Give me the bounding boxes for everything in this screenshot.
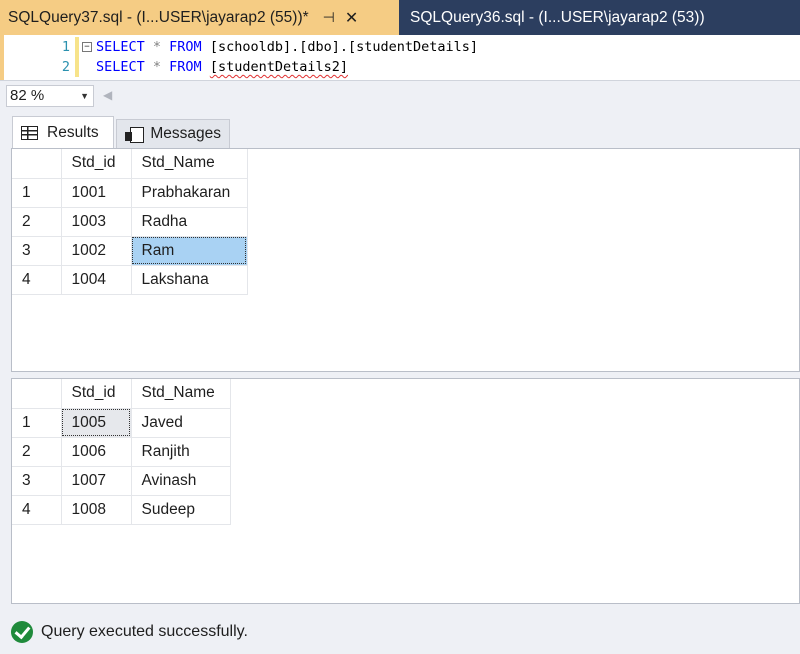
line-number: 1 xyxy=(61,39,70,55)
row-number[interactable]: 2 xyxy=(12,436,62,467)
tab-messages-label: Messages xyxy=(150,125,221,142)
status-bar: Query executed successfully. xyxy=(0,610,800,654)
tab-sqlquery36-title: SQLQuery36.sql - (I...USER\jayarap2 (53)… xyxy=(410,8,705,26)
chevron-down-icon[interactable]: ▼ xyxy=(80,86,89,106)
tab-sqlquery37-title: SQLQuery37.sql - (I...USER\jayarap2 (55)… xyxy=(8,8,309,26)
column-header-std-name[interactable]: Std_Name xyxy=(130,149,248,179)
corner-cell[interactable] xyxy=(12,379,62,409)
change-indicator xyxy=(75,37,79,57)
scroll-left-icon[interactable]: ◀ xyxy=(103,88,112,102)
column-header-std-id[interactable]: Std_id xyxy=(60,379,132,409)
cell-std-id[interactable]: 1003 xyxy=(60,206,132,237)
table-row: 2 1003 Radha xyxy=(12,206,248,237)
cell-std-name[interactable]: Javed xyxy=(130,407,231,438)
cell-std-id-focused[interactable]: 1005 xyxy=(60,407,132,438)
row-number[interactable]: 2 xyxy=(12,206,62,237)
tab-sqlquery37[interactable]: SQLQuery37.sql - (I...USER\jayarap2 (55)… xyxy=(0,0,399,35)
header-row: Std_id Std_Name xyxy=(12,379,231,409)
cell-std-id[interactable]: 1008 xyxy=(60,494,132,525)
cell-std-name[interactable]: Radha xyxy=(130,206,248,237)
collapse-icon[interactable]: − xyxy=(82,42,92,52)
code-line-1[interactable]: 1 − SELECT * FROM [schooldb].[dbo].[stud… xyxy=(0,37,800,57)
result-table-1: Std_id Std_Name 1 1001 Prabhakaran 2 100… xyxy=(12,149,248,295)
zoom-bar: 82 % ▼ ◀ xyxy=(0,80,800,111)
table-row: 1 1005 Javed xyxy=(12,407,231,438)
pin-icon[interactable]: ⊣ xyxy=(323,9,335,26)
row-number[interactable]: 4 xyxy=(12,264,62,295)
tab-results-label: Results xyxy=(47,123,99,141)
table-row: 4 1004 Lakshana xyxy=(12,264,248,295)
table-row: 4 1008 Sudeep xyxy=(12,494,231,525)
column-header-std-id[interactable]: Std_id xyxy=(60,149,132,179)
document-tab-bar: SQLQuery37.sql - (I...USER\jayarap2 (55)… xyxy=(0,0,800,35)
code-text: SELECT * FROM [studentDetails2] xyxy=(96,59,348,75)
grid-icon xyxy=(21,125,38,140)
cell-std-name[interactable]: Sudeep xyxy=(130,494,231,525)
result-tab-bar: Results Messages xyxy=(0,111,800,148)
result-table-2: Std_id Std_Name 1 1005 Javed 2 1006 Ranj… xyxy=(12,379,231,525)
zoom-select[interactable]: 82 % ▼ xyxy=(6,85,94,107)
header-row: Std_id Std_Name xyxy=(12,149,248,179)
cell-std-id[interactable]: 1002 xyxy=(60,235,132,266)
tab-results[interactable]: Results xyxy=(12,116,114,148)
cell-std-id[interactable]: 1001 xyxy=(60,177,132,208)
table-row: 3 1007 Avinash xyxy=(12,465,231,496)
row-number[interactable]: 1 xyxy=(12,407,62,438)
column-header-std-name[interactable]: Std_Name xyxy=(130,379,231,409)
cell-std-id[interactable]: 1006 xyxy=(60,436,132,467)
cell-std-name[interactable]: Avinash xyxy=(130,465,231,496)
tab-messages[interactable]: Messages xyxy=(116,119,230,148)
change-indicator xyxy=(75,57,79,77)
close-icon[interactable]: ✕ xyxy=(345,8,358,28)
tab-sqlquery36[interactable]: SQLQuery36.sql - (I...USER\jayarap2 (53)… xyxy=(410,0,705,35)
cell-std-id[interactable]: 1007 xyxy=(60,465,132,496)
row-number[interactable]: 3 xyxy=(12,235,62,266)
status-message: Query executed successfully. xyxy=(41,623,248,640)
cell-std-id[interactable]: 1004 xyxy=(60,264,132,295)
table-row: 1 1001 Prabhakaran xyxy=(12,177,248,208)
corner-cell[interactable] xyxy=(12,149,62,179)
code-line-2[interactable]: 2 SELECT * FROM [studentDetails2] xyxy=(0,57,800,77)
result-grid-2[interactable]: Std_id Std_Name 1 1005 Javed 2 1006 Ranj… xyxy=(11,378,800,604)
row-number[interactable]: 4 xyxy=(12,494,62,525)
result-grid-1[interactable]: Std_id Std_Name 1 1001 Prabhakaran 2 100… xyxy=(11,148,800,372)
line-number: 2 xyxy=(61,59,70,75)
table-row: 2 1006 Ranjith xyxy=(12,436,231,467)
cell-std-name[interactable]: Lakshana xyxy=(130,264,248,295)
code-text: SELECT * FROM [schooldb].[dbo].[studentD… xyxy=(96,39,479,55)
row-number[interactable]: 1 xyxy=(12,177,62,208)
messages-icon xyxy=(125,126,145,143)
success-check-icon xyxy=(11,621,33,643)
query-editor[interactable]: 1 − SELECT * FROM [schooldb].[dbo].[stud… xyxy=(0,35,800,80)
zoom-value: 82 % xyxy=(10,87,45,104)
table-row: 3 1002 Ram xyxy=(12,235,248,266)
cell-std-name[interactable]: Ranjith xyxy=(130,436,231,467)
cell-std-name[interactable]: Prabhakaran xyxy=(130,177,248,208)
cell-std-name-selected[interactable]: Ram xyxy=(130,235,248,266)
row-number[interactable]: 3 xyxy=(12,465,62,496)
